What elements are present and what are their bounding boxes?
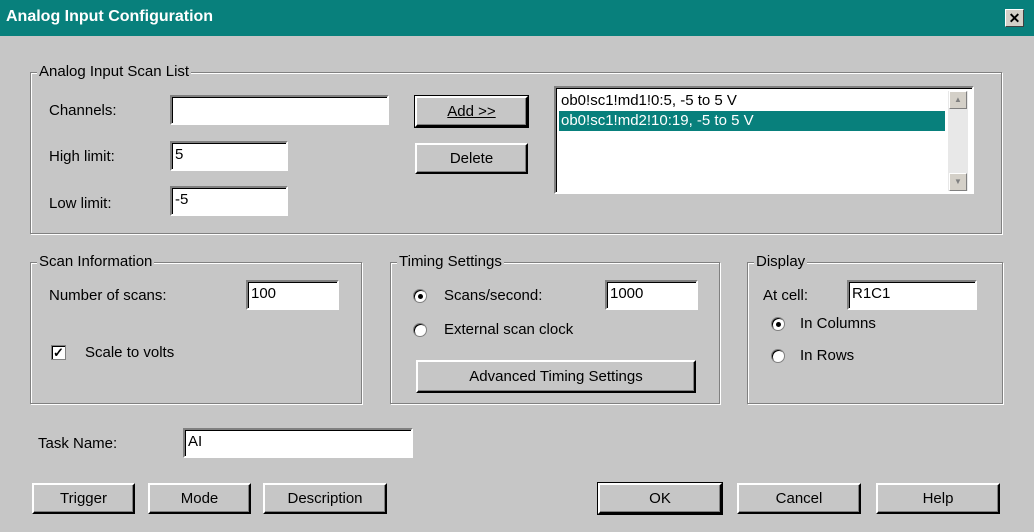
in-columns-radio[interactable] bbox=[771, 317, 785, 331]
scan-list-box[interactable]: ob0!sc1!md1!0:5, -5 to 5 V ob0!sc1!md2!1… bbox=[554, 86, 974, 194]
channels-label: Channels: bbox=[49, 102, 117, 119]
scans-per-second-input[interactable]: 1000 bbox=[605, 280, 698, 310]
scans-per-second-radio[interactable] bbox=[413, 289, 427, 303]
scale-to-volts-checkbox[interactable]: ✓ bbox=[51, 345, 66, 360]
scan-list-group-title: Analog Input Scan List bbox=[37, 63, 192, 81]
mode-button[interactable]: Mode bbox=[148, 483, 251, 514]
scans-per-second-label: Scans/second: bbox=[444, 287, 543, 304]
display-group-title: Display bbox=[754, 253, 808, 271]
number-of-scans-label: Number of scans: bbox=[49, 287, 167, 304]
task-name-input[interactable]: AI bbox=[183, 428, 413, 458]
list-item[interactable]: ob0!sc1!md1!0:5, -5 to 5 V bbox=[559, 91, 737, 111]
low-limit-label: Low limit: bbox=[49, 195, 112, 212]
external-scan-clock-radio[interactable] bbox=[413, 323, 427, 337]
in-rows-radio[interactable] bbox=[771, 349, 785, 363]
external-scan-clock-label: External scan clock bbox=[444, 321, 574, 338]
scroll-up-icon[interactable]: ▲ bbox=[949, 91, 967, 109]
high-limit-label: High limit: bbox=[49, 148, 115, 165]
in-columns-label: In Columns bbox=[800, 315, 876, 332]
add-button[interactable]: Add >> bbox=[414, 95, 529, 128]
at-cell-input[interactable]: R1C1 bbox=[847, 280, 977, 310]
scroll-down-icon[interactable]: ▼ bbox=[949, 173, 967, 191]
ok-button[interactable]: OK bbox=[597, 482, 723, 515]
scale-to-volts-label: Scale to volts bbox=[85, 344, 175, 361]
scan-info-group-title: Scan Information bbox=[37, 253, 155, 271]
title-bar: Analog Input Configuration ✕ bbox=[0, 0, 1034, 36]
number-of-scans-input[interactable]: 100 bbox=[246, 280, 339, 310]
low-limit-input[interactable]: -5 bbox=[170, 186, 288, 216]
trigger-button[interactable]: Trigger bbox=[32, 483, 135, 514]
description-button[interactable]: Description bbox=[263, 483, 387, 514]
in-rows-label: In Rows bbox=[800, 347, 855, 364]
close-icon[interactable]: ✕ bbox=[1005, 9, 1024, 27]
timing-group-title: Timing Settings bbox=[397, 253, 504, 271]
cancel-button[interactable]: Cancel bbox=[737, 483, 861, 514]
list-scrollbar[interactable]: ▲ ▼ bbox=[948, 91, 968, 191]
delete-button[interactable]: Delete bbox=[415, 143, 528, 174]
at-cell-label: At cell: bbox=[763, 287, 809, 304]
add-button-label: Add >> bbox=[447, 103, 496, 120]
help-button[interactable]: Help bbox=[876, 483, 1000, 514]
channels-input[interactable] bbox=[170, 95, 389, 125]
list-item-selected[interactable]: ob0!sc1!md2!10:19, -5 to 5 V bbox=[559, 111, 945, 131]
window-title: Analog Input Configuration bbox=[6, 8, 214, 25]
advanced-timing-button[interactable]: Advanced Timing Settings bbox=[416, 360, 696, 393]
task-name-label: Task Name: bbox=[38, 435, 118, 452]
high-limit-input[interactable]: 5 bbox=[170, 141, 288, 171]
